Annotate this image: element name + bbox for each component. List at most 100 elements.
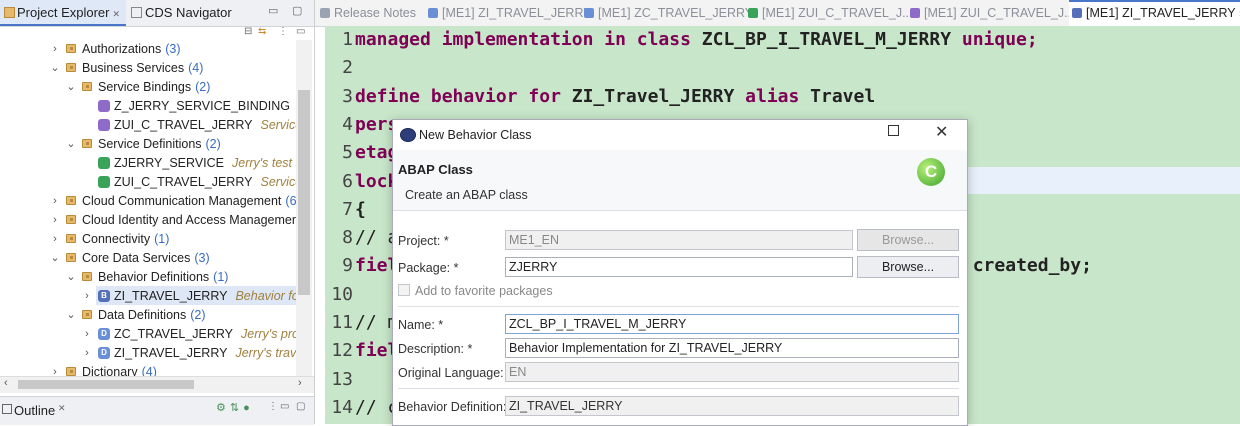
minimize-icon[interactable]: ▭ <box>268 4 281 17</box>
tree-item[interactable]: › Cloud Communication Management(6) <box>0 192 296 211</box>
outline-icon <box>2 404 12 414</box>
description-field[interactable]: Behavior Implementation for ZI_TRAVEL_JE… <box>505 338 959 358</box>
editor-tab[interactable]: [ME1] ZUI_C_TRAVEL_J... <box>907 0 1081 26</box>
tree-item-count: (4) <box>188 61 204 75</box>
tree-item[interactable]: › B ZI_TRAVEL_JERRY Behavior for ZI_ <box>0 287 296 306</box>
tree-item[interactable]: ZUI_C_TRAVEL_JERRY Service defi <box>0 173 296 192</box>
chevron-down-icon[interactable]: ⌄ <box>50 59 60 78</box>
chevron-right-icon[interactable]: › <box>50 211 60 230</box>
tree-item[interactable]: ⌄ Behavior Definitions (1) <box>0 268 296 287</box>
tree-item-text: Authorizations <box>82 42 162 56</box>
maximize-icon[interactable]: ▢ <box>292 4 305 17</box>
minimize-icon[interactable]: ▭ <box>280 401 289 412</box>
chevron-left-icon[interactable]: ‹ <box>4 377 8 389</box>
tree-item[interactable]: › Connectivity (1) <box>0 230 296 249</box>
line-number: 11 <box>331 312 353 333</box>
view-menu-icon[interactable]: ⋮ <box>268 401 278 412</box>
name-field[interactable]: ZCL_BP_I_TRAVEL_M_JERRY <box>505 314 959 334</box>
line-number: 5 <box>342 142 353 164</box>
chevron-right-icon[interactable]: › <box>82 287 92 306</box>
language-label: Original Language: <box>398 366 504 380</box>
folder-icon <box>82 139 92 148</box>
maximize-icon[interactable] <box>888 125 899 136</box>
chevron-right-icon[interactable]: › <box>50 40 60 59</box>
editor-tab[interactable]: [ME1] ZI_TRAVEL_JERRY ✕ <box>1069 0 1240 26</box>
tree-item-label: ZUI_C_TRAVEL_JERRY Service defi <box>114 173 296 192</box>
tree-item[interactable]: › Authorizations (3) <box>0 40 296 59</box>
tree-item[interactable]: ⌄ Business Services (4) <box>0 59 296 78</box>
close-icon[interactable]: ✕ <box>1236 9 1240 20</box>
tab-cds-navigator[interactable]: CDS Navigator <box>127 0 251 26</box>
data-definition-icon: D <box>98 347 110 359</box>
dialog-heading: ABAP Class <box>398 162 473 177</box>
tree-item-text: ZI_TRAVEL_JERRY <box>114 346 228 360</box>
chevron-down-icon[interactable]: ⌄ <box>66 268 76 287</box>
folder-icon <box>66 44 76 53</box>
tree-item[interactable]: › Dictionary (4) <box>0 363 296 376</box>
chevron-right-icon[interactable]: › <box>50 363 60 376</box>
new-behavior-class-dialog: New Behavior Class ✕ ABAP Class Create a… <box>392 119 968 426</box>
package-label: Package: * <box>398 261 459 275</box>
tab-outline-label[interactable]: Outline <box>14 403 55 418</box>
tree-item[interactable]: ZUI_C_TRAVEL_JERRY Service Bind <box>0 116 296 135</box>
tree-item[interactable]: ZJERRY_SERVICE Jerry's test servi <box>0 154 296 173</box>
dialog-title: New Behavior Class <box>419 128 532 142</box>
tree-item-label: Dictionary (4) <box>82 363 157 376</box>
tree-item[interactable]: ⌄ Service Definitions (2) <box>0 135 296 154</box>
view-menu-icon[interactable]: ⋮ <box>278 26 291 37</box>
tab-project-explorer[interactable]: Project Explorer ✕ <box>0 0 126 26</box>
editor-tab[interactable]: [ME1] ZC_TRAVEL_JERRY <box>581 0 759 26</box>
tree-item-count: (1) <box>213 270 229 284</box>
chevron-right-icon[interactable]: › <box>50 192 60 211</box>
chevron-right-icon[interactable]: › <box>82 325 92 344</box>
close-icon[interactable]: ✕ <box>935 122 948 142</box>
separator <box>398 388 959 389</box>
dialog-title-bar: New Behavior Class ✕ <box>393 120 967 150</box>
link-with-editor-icon[interactable]: ⇆ <box>258 26 269 37</box>
editor-tab[interactable]: [ME1] ZUI_C_TRAVEL_J... <box>745 0 919 26</box>
tree-item[interactable]: Z_JERRY_SERVICE_BINDINGJerry' <box>0 97 296 116</box>
chevron-down-icon[interactable]: ⌄ <box>66 135 76 154</box>
tree-item[interactable]: › D ZI_TRAVEL_JERRY Jerry's travel CI <box>0 344 296 363</box>
editor-tab[interactable]: [ME1] ZI_TRAVEL_JERRY <box>425 0 598 26</box>
tree-item-label: Core Data Services (3) <box>82 249 210 268</box>
tree-item[interactable]: › D ZC_TRAVEL_JERRY Jerry's projectic <box>0 325 296 344</box>
collapse-all-icon[interactable]: ⊟ <box>244 26 255 37</box>
tree-item[interactable]: ⌄ Service Bindings (2) <box>0 78 296 97</box>
behavior-definition-field: ZI_TRAVEL_JERRY <box>505 396 959 416</box>
tree-item[interactable]: ⌄ Data Definitions (2) <box>0 306 296 325</box>
minimize-icon[interactable]: ▭ <box>296 26 308 37</box>
tree-item-label: Authorizations (3) <box>82 40 181 59</box>
tree-item-label: ZC_TRAVEL_JERRY Jerry's projectic <box>114 325 296 344</box>
package-field[interactable]: ZJERRY <box>505 257 853 277</box>
tree-item[interactable]: › Cloud Identity and Access Management <box>0 211 296 230</box>
close-icon[interactable]: ✕ <box>58 403 66 414</box>
chevron-down-icon[interactable]: ⌄ <box>66 78 76 97</box>
chevron-down-icon[interactable]: ⌄ <box>50 249 60 268</box>
release-notes-icon <box>320 8 330 18</box>
chevron-right-icon[interactable]: › <box>82 344 92 363</box>
folder-icon <box>66 234 76 243</box>
code-token: unique; <box>951 29 1038 50</box>
chevron-right-icon[interactable]: › <box>298 377 302 389</box>
folder-icon <box>66 215 76 224</box>
tree-item-text: Core Data Services <box>82 251 191 265</box>
separator <box>398 306 959 307</box>
outline-toolbar-icons[interactable]: ⚙⇅● <box>216 401 254 414</box>
chevron-right-icon[interactable]: › <box>50 230 60 249</box>
editor-tab-label: [ME1] ZI_TRAVEL_JERRY <box>442 6 592 20</box>
tree-horizontal-scroll-thumb[interactable] <box>18 380 194 389</box>
close-icon[interactable]: ✕ <box>112 9 120 19</box>
data-definition-icon <box>584 8 594 18</box>
favorite-checkbox[interactable] <box>398 284 410 296</box>
tree-item-description: Jerry's test servi <box>232 156 296 170</box>
editor-tab[interactable]: Release Notes <box>317 0 422 26</box>
tree-item-label: Business Services (4) <box>82 59 203 78</box>
tree-item-count: (4) <box>141 365 157 376</box>
tree-item[interactable]: ⌄ Core Data Services (3) <box>0 249 296 268</box>
editor-tab-bar: Release Notes [ME1] ZI_TRAVEL_JERRY [ME1] … <box>315 0 1240 27</box>
maximize-icon[interactable]: ▢ <box>296 401 305 412</box>
tree-vertical-scroll-thumb[interactable] <box>298 90 310 295</box>
package-browse-button[interactable]: Browse... <box>857 256 959 278</box>
chevron-down-icon[interactable]: ⌄ <box>66 306 76 325</box>
